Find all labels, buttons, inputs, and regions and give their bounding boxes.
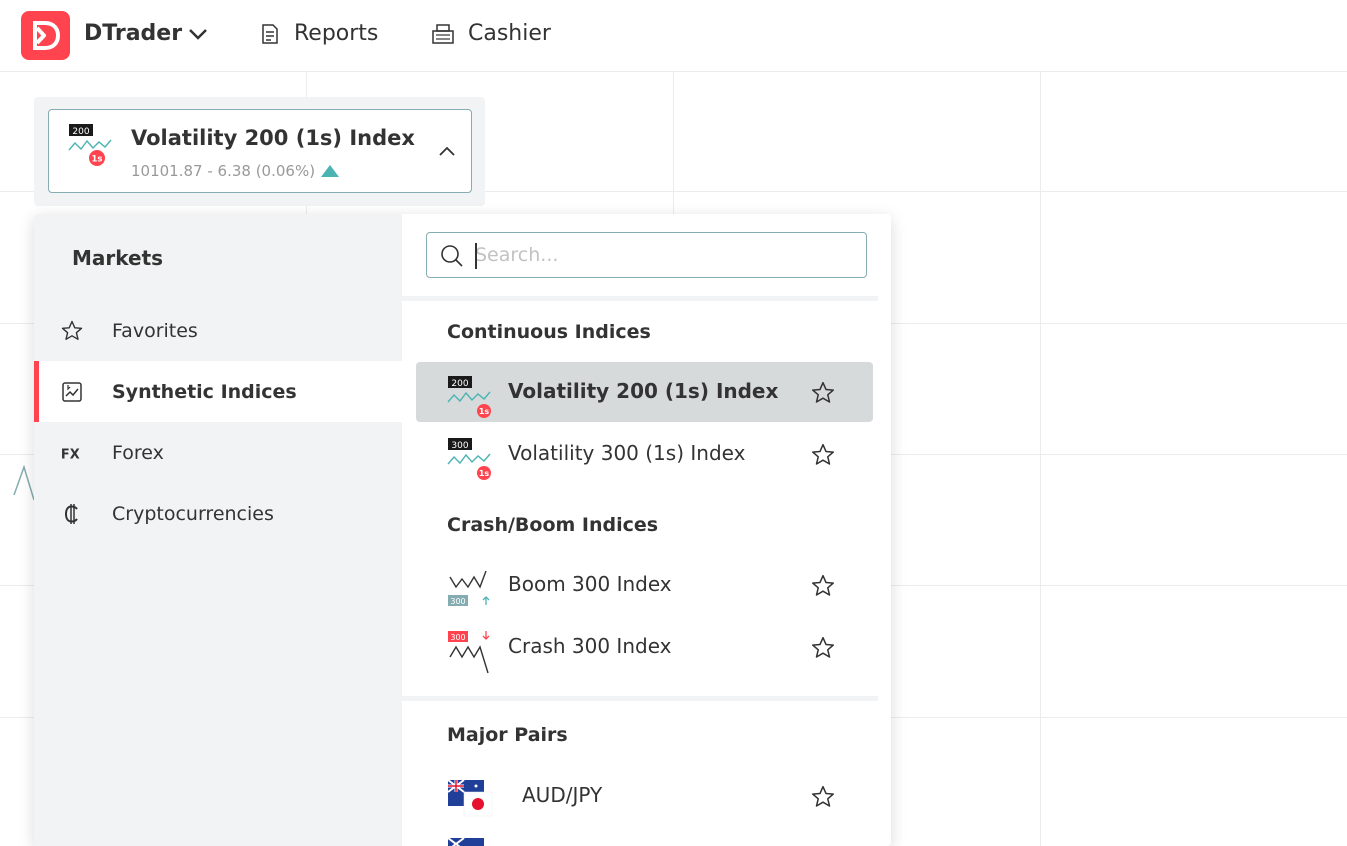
svg-text:300: 300 xyxy=(450,597,465,606)
synthetic-indices-icon xyxy=(60,380,84,404)
star-icon xyxy=(60,319,84,343)
symbol-label: Crash 300 Index xyxy=(508,634,672,658)
svg-text:200: 200 xyxy=(72,127,89,137)
markets-title: Markets xyxy=(72,246,164,270)
category-synthetic-indices[interactable]: Synthetic Indices xyxy=(34,361,402,422)
chart-grid-line xyxy=(1040,72,1041,846)
svg-text:1s: 1s xyxy=(92,155,103,165)
markets-symbol-list: Continuous Indices 200 1s Volatility 200… xyxy=(402,214,891,846)
chevron-down-icon[interactable] xyxy=(186,22,210,46)
crypto-icon xyxy=(60,502,84,526)
symbol-row-crash-300[interactable]: 300 Crash 300 Index xyxy=(416,617,873,677)
symbol-row-partial[interactable] xyxy=(416,829,873,846)
svg-text:1s: 1s xyxy=(479,469,490,478)
symbol-quote-text: 10101.87 - 6.38 (0.06%) xyxy=(131,162,316,180)
symbol-name: Volatility 200 (1s) Index xyxy=(131,126,415,150)
aud-jpy-flag-icon xyxy=(447,779,493,817)
symbol-label: Volatility 300 (1s) Index xyxy=(508,441,746,465)
nav-cashier[interactable]: Cashier xyxy=(430,21,551,46)
chevron-up-icon[interactable] xyxy=(437,144,457,158)
symbol-label: Boom 300 Index xyxy=(508,572,672,596)
app-switcher-title[interactable]: DTrader xyxy=(84,21,182,46)
category-label: Forex xyxy=(112,441,164,464)
cashier-icon xyxy=(432,23,454,44)
favorite-star-icon[interactable] xyxy=(810,442,836,468)
reports-icon xyxy=(262,23,278,44)
deriv-logo-icon[interactable] xyxy=(21,11,70,60)
group-title-continuous-indices: Continuous Indices xyxy=(447,321,651,343)
symbol-label: Volatility 200 (1s) Index xyxy=(508,379,779,403)
group-title-crash-boom-indices: Crash/Boom Indices xyxy=(447,514,659,536)
markets-dropdown: Markets Favorites Synthetic Indices FX F… xyxy=(34,214,891,846)
symbol-row-aud-jpy[interactable]: AUD/JPY xyxy=(416,766,873,826)
favorite-star-icon[interactable] xyxy=(810,635,836,661)
category-label: Favorites xyxy=(112,319,198,342)
forex-icon: FX xyxy=(60,441,84,465)
volatility-index-icon: 300 1s xyxy=(447,438,491,480)
boom-index-icon: 300 xyxy=(448,570,490,606)
volatility-index-icon: 200 1s xyxy=(447,376,491,418)
symbol-row-volatility-200[interactable]: 200 1s Volatility 200 (1s) Index xyxy=(416,362,873,422)
category-label: Synthetic Indices xyxy=(112,380,297,403)
favorite-star-icon[interactable] xyxy=(810,784,836,810)
trend-up-icon xyxy=(321,165,340,177)
volatility-index-icon: 200 1s xyxy=(68,124,112,166)
search-icon xyxy=(441,245,463,267)
favorite-star-icon[interactable] xyxy=(810,380,836,406)
group-title-major-pairs: Major Pairs xyxy=(447,724,568,746)
category-cryptocurrencies[interactable]: Cryptocurrencies xyxy=(34,483,402,544)
category-favorites[interactable]: Favorites xyxy=(34,300,402,361)
text-cursor xyxy=(475,243,477,269)
svg-text:200: 200 xyxy=(451,379,468,389)
aud-flag-icon xyxy=(447,838,484,846)
nav-reports-label: Reports xyxy=(294,21,379,46)
svg-text:FX: FX xyxy=(61,447,80,462)
symbol-row-boom-300[interactable]: 300 Boom 300 Index xyxy=(416,555,873,615)
category-forex[interactable]: FX Forex xyxy=(34,422,402,483)
svg-text:300: 300 xyxy=(451,441,468,451)
symbol-selector[interactable]: 200 1s Volatility 200 (1s) Index 10101.8… xyxy=(48,109,472,193)
markets-category-list: Markets Favorites Synthetic Indices FX F… xyxy=(34,214,402,846)
search-field[interactable] xyxy=(426,232,867,278)
nav-reports[interactable]: Reports xyxy=(258,21,378,46)
symbol-quote: 10101.87 - 6.38 (0.06%) xyxy=(131,162,340,180)
nav-cashier-label: Cashier xyxy=(468,21,551,46)
category-label: Cryptocurrencies xyxy=(112,502,274,525)
divider xyxy=(402,296,878,301)
svg-text:1s: 1s xyxy=(479,407,490,416)
search-input[interactable] xyxy=(475,239,855,271)
divider xyxy=(402,696,878,701)
symbol-selector-wrapper: 200 1s Volatility 200 (1s) Index 10101.8… xyxy=(34,97,485,206)
symbol-row-volatility-300[interactable]: 300 1s Volatility 300 (1s) Index xyxy=(416,424,873,484)
top-header: DTrader Reports Cashier xyxy=(0,0,1347,72)
svg-text:300: 300 xyxy=(450,633,465,642)
crash-index-icon: 300 xyxy=(448,631,490,674)
favorite-star-icon[interactable] xyxy=(810,573,836,599)
symbol-label: AUD/JPY xyxy=(522,783,603,807)
